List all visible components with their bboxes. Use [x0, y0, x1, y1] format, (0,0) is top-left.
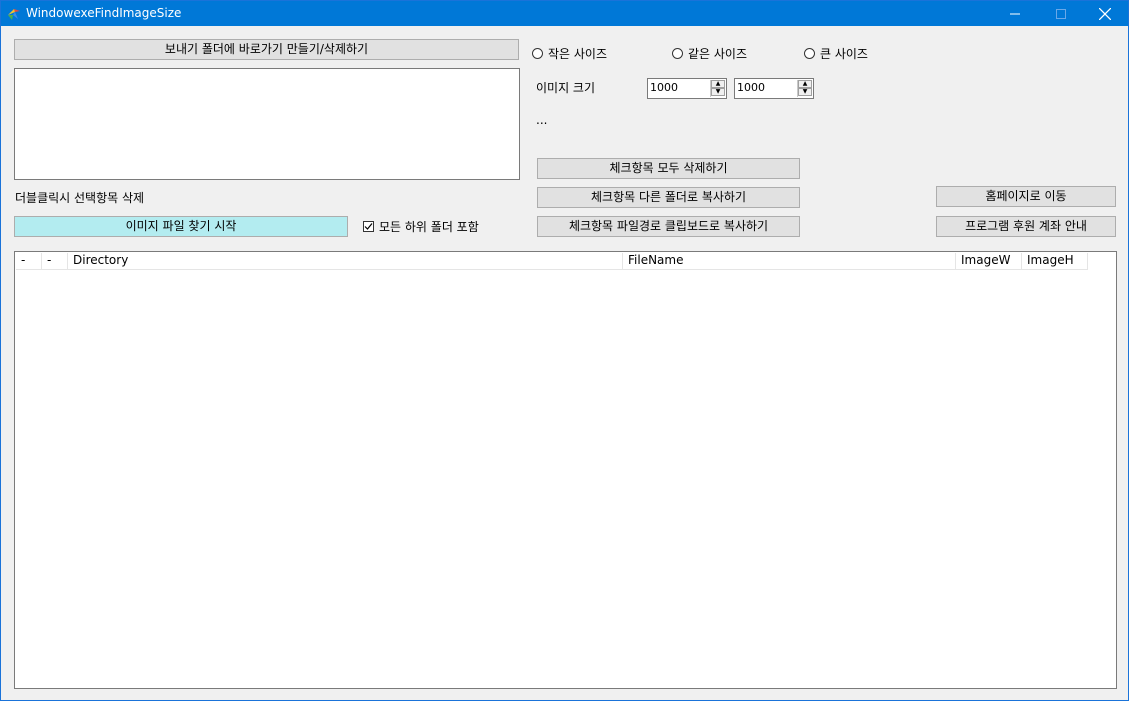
radio-circle[interactable] [532, 48, 543, 59]
spin-up-icon[interactable]: ▲ [798, 80, 812, 88]
column-header-imagew[interactable]: ImageW [956, 253, 1022, 269]
maximize-button[interactable] [1038, 1, 1084, 26]
width-stepper[interactable]: 1000 ▲ ▼ [647, 78, 727, 99]
double-click-hint: 더블클릭시 선택항목 삭제 [15, 191, 145, 205]
check-icon [364, 223, 373, 230]
app-window: WindowexeFindImageSize 보내기 폴더에 바로가기 만들기/… [0, 0, 1129, 701]
title-bar[interactable]: WindowexeFindImageSize [1, 1, 1128, 26]
delete-checked-button[interactable]: 체크항목 모두 삭제하기 [537, 158, 800, 179]
copy-path-button[interactable]: 체크항목 파일경로 클립보드로 복사하기 [537, 216, 800, 237]
column-header-imageh[interactable]: ImageH [1022, 253, 1088, 269]
status-ellipsis: ... [536, 113, 548, 127]
results-list[interactable]: - - Directory FileName ImageW ImageH [14, 251, 1117, 689]
homepage-button[interactable]: 홈페이지로 이동 [936, 186, 1116, 207]
folder-list-box[interactable] [14, 68, 520, 180]
radio-large-label: 큰 사이즈 [820, 47, 868, 61]
checkbox-box[interactable] [363, 221, 374, 232]
radio-circle[interactable] [672, 48, 683, 59]
spin-down-icon[interactable]: ▼ [711, 88, 725, 96]
image-size-label: 이미지 크기 [536, 81, 596, 95]
spin-down-icon[interactable]: ▼ [798, 88, 812, 96]
radio-same-size[interactable]: 같은 사이즈 [672, 45, 747, 62]
minimize-icon [1010, 13, 1020, 14]
height-value: 1000 [737, 81, 765, 94]
start-search-button[interactable]: 이미지 파일 찾기 시작 [14, 216, 348, 237]
column-header-directory[interactable]: Directory [68, 253, 623, 269]
width-value: 1000 [650, 81, 678, 94]
app-icon [8, 9, 20, 20]
radio-circle[interactable] [804, 48, 815, 59]
include-subfolders-label: 모든 하위 폴더 포함 [379, 220, 479, 234]
radio-small-label: 작은 사이즈 [548, 47, 608, 61]
height-stepper[interactable]: 1000 ▲ ▼ [734, 78, 814, 99]
radio-small-size[interactable]: 작은 사이즈 [532, 45, 607, 62]
window-title: WindowexeFindImageSize [26, 6, 182, 20]
maximize-icon [1056, 8, 1066, 19]
donate-button[interactable]: 프로그램 후원 계좌 안내 [936, 216, 1116, 237]
radio-same-label: 같은 사이즈 [688, 47, 748, 61]
close-icon [1099, 7, 1111, 20]
radio-large-size[interactable]: 큰 사이즈 [804, 45, 868, 62]
list-header: - - Directory FileName ImageW ImageH [16, 253, 1088, 270]
column-header-check2[interactable]: - [42, 253, 68, 269]
spin-up-icon[interactable]: ▲ [711, 80, 725, 88]
minimize-button[interactable] [992, 1, 1038, 26]
copy-to-folder-button[interactable]: 체크항목 다른 폴더로 복사하기 [537, 187, 800, 208]
sendto-shortcut-button[interactable]: 보내기 폴더에 바로가기 만들기/삭제하기 [14, 39, 519, 60]
column-header-check[interactable]: - [16, 253, 42, 269]
include-subfolders-checkbox[interactable]: 모든 하위 폴더 포함 [363, 218, 479, 235]
close-button[interactable] [1082, 1, 1128, 26]
column-header-filename[interactable]: FileName [623, 253, 956, 269]
